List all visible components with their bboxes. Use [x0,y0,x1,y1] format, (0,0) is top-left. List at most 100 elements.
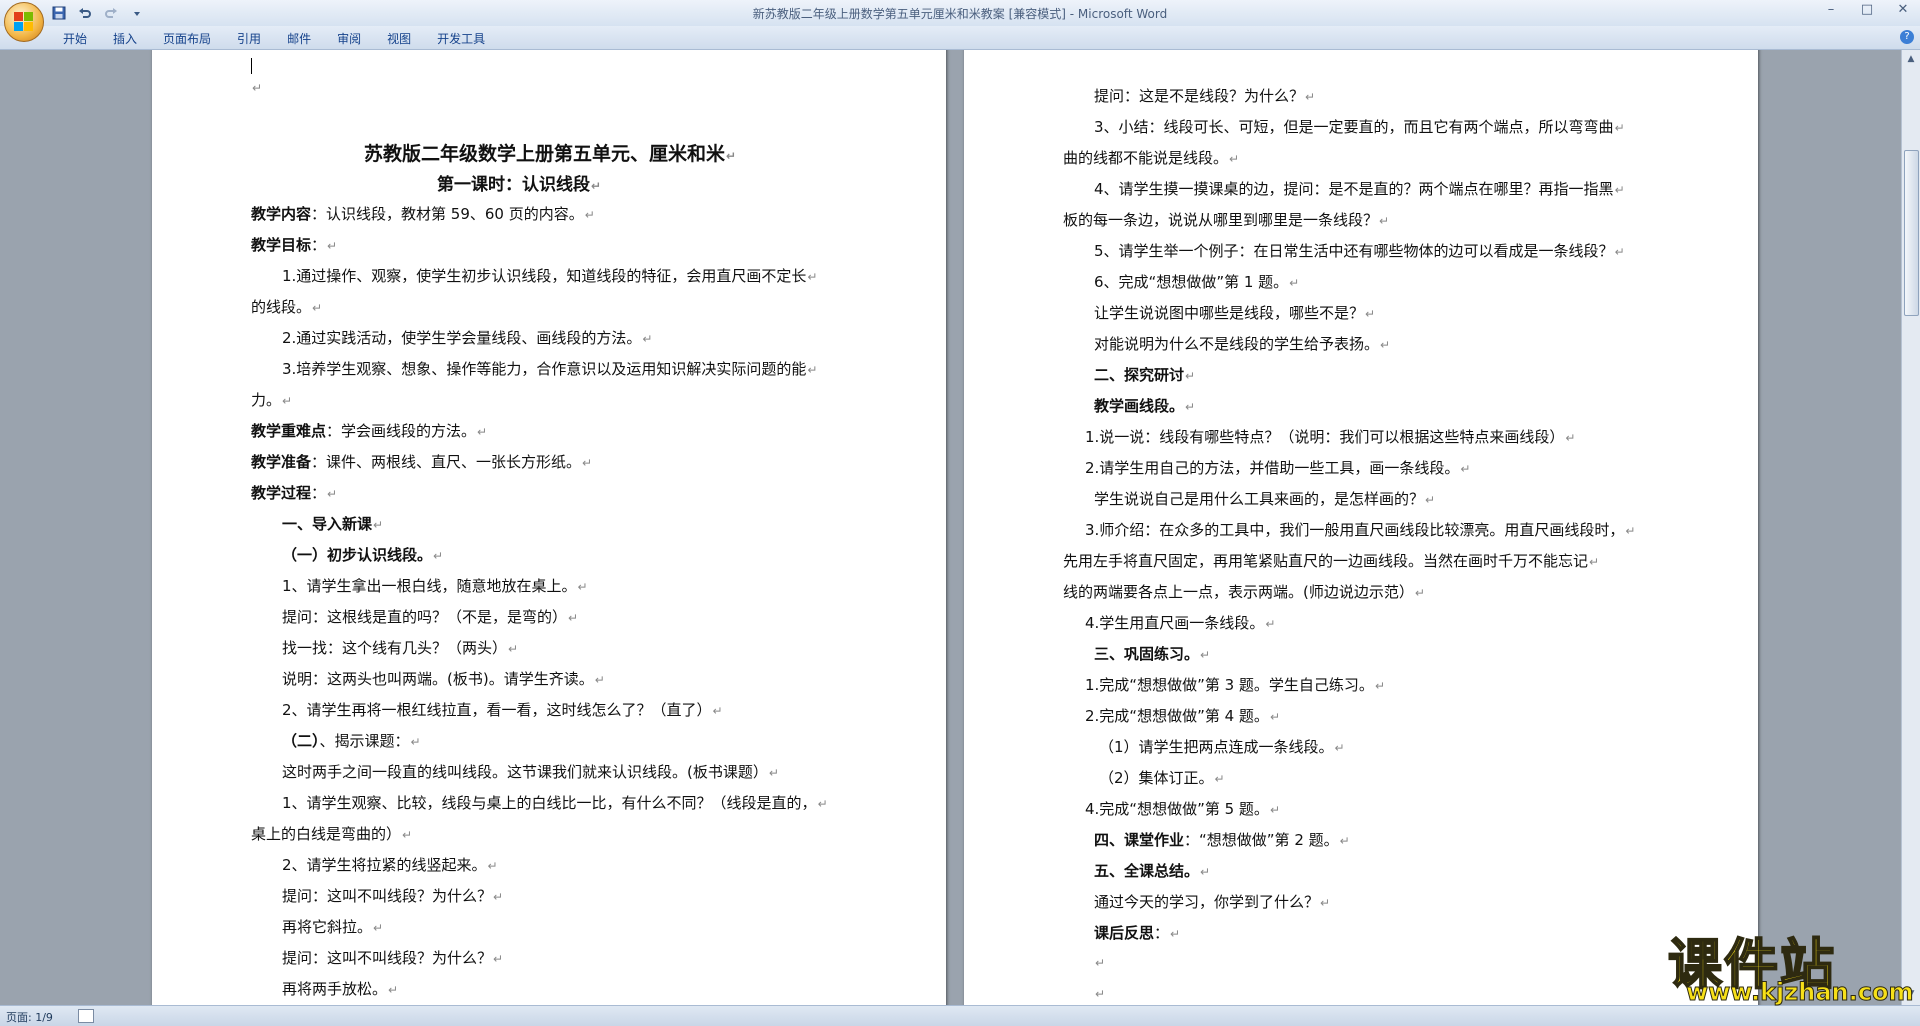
empty-paragraph[interactable]: ↵ [251,78,262,96]
paragraph-text: 1.通过操作、观察，使学生初步认识线段，知道线段的特征，会用直尺画不定长 [282,267,807,285]
document-paragraph[interactable]: 提问：这叫不叫线段？为什么？↵ [282,885,503,906]
watermark-logo: 课件站 www.kjzhan.com [1667,920,1914,1007]
document-paragraph[interactable]: 1.说一说：线段有哪些特点？（说明：我们可以根据这些特点来画线段）↵ [1085,426,1575,447]
document-paragraph[interactable]: （一）初步认识线段。↵ [282,544,443,565]
document-page-2[interactable]: 提问：这是不是线段？为什么？↵ 3、小结：线段可长、可短，但是一定要直的，而且它有… [964,50,1758,1005]
paragraph-text: 这时两手之间一段直的线叫线段。这节课我们就来认识线段。(板书课题） [282,763,768,781]
document-paragraph[interactable]: 4.完成“想想做做”第 5 题。↵ [1085,798,1280,819]
document-paragraph[interactable]: 2.请学生用自己的方法，并借助一些工具，画一条线段。↵ [1085,457,1470,478]
document-paragraph[interactable]: 3.培养学生观察、想象、操作等能力，合作意识以及运用知识解决实际问题的能↵ [282,358,817,379]
document-page-1[interactable]: ↵ 苏教版二年级数学上册第五单元、厘米和米↵ 第一课时：认识线段↵ 教学内容：认识线段… [152,50,946,1005]
scroll-up-icon[interactable]: ▲ [1904,52,1918,66]
tab-developer[interactable]: 开发工具 [424,30,498,47]
document-paragraph[interactable]: 教学目标：↵ [251,234,337,255]
document-paragraph[interactable]: 一、导入新课↵ [282,513,383,534]
tab-references[interactable]: 引用 [224,30,274,47]
document-paragraph[interactable]: 3、小结：线段可长、可短，但是一定要直的，而且它有两个端点，所以弯弯曲↵ [1094,116,1625,137]
paragraph-mark-icon: ↵ [1379,214,1390,228]
paragraph-bold-text: 四、课堂作业 [1094,831,1185,849]
tab-page-layout[interactable]: 页面布局 [150,30,224,47]
document-paragraph[interactable]: 板的每一条边，说说从哪里到哪里是一条线段？↵ [1063,209,1389,230]
document-paragraph[interactable]: 3.师介绍：在众多的工具中，我们一般用直尺画线段比较漂亮。用直尺画线段时，↵ [1085,519,1635,540]
document-paragraph[interactable]: 说明：这两头也叫两端。(板书)。请学生齐读。↵ [282,668,605,689]
document-paragraph[interactable]: 三、巩固练习。↵ [1094,643,1210,664]
paragraph-text: 说明：这两头也叫两端。(板书)。请学生齐读。 [282,670,594,688]
document-paragraph[interactable]: 教学重难点：学会画线段的方法。↵ [251,420,487,441]
document-paragraph[interactable]: 2、请学生再将一根红线拉直，看一看，这时线怎么了？（直了）↵ [282,699,723,720]
document-paragraph[interactable]: 曲的线都不能说是线段。↵ [1063,147,1239,168]
paragraph-text: 5、请学生举一个例子：在日常生活中还有哪些物体的边可以看成是一条线段？ [1094,242,1614,260]
document-paragraph[interactable]: 线的两端要各点上一点，表示两端。(师边说边示范）↵ [1063,581,1425,602]
paragraph-mark-icon: ↵ [1095,956,1106,970]
document-paragraph[interactable]: 第一课时：认识线段↵ [437,170,601,195]
document-paragraph[interactable]: （1）请学生把两点连成一条线段。↵ [1099,736,1345,757]
document-paragraph[interactable]: 2、请学生将拉紧的线竖起来。↵ [282,854,498,875]
tab-insert[interactable]: 插入 [100,30,150,47]
document-paragraph[interactable]: 教学画线段。↵ [1094,395,1195,416]
document-paragraph[interactable]: 6、完成“想想做做”第 1 题。↵ [1094,271,1299,292]
document-paragraph[interactable]: 5、请学生举一个例子：在日常生活中还有哪些物体的边可以看成是一条线段？↵ [1094,240,1625,261]
tab-view[interactable]: 视图 [374,30,424,47]
document-paragraph[interactable]: 苏教版二年级数学上册第五单元、厘米和米↵ [364,139,736,166]
document-paragraph[interactable]: 课后反思：↵ [1094,922,1180,943]
document-paragraph[interactable]: 再将它斜拉。↵ [282,916,383,937]
paragraph-text: 4、请学生摸一摸课桌的边，提问：是不是直的？两个端点在哪里？再指一指黑 [1094,180,1614,198]
paragraph-bold-text: 三、巩固练习。 [1094,645,1200,663]
scrollbar-thumb[interactable] [1904,150,1919,316]
proofing-icon[interactable] [78,1009,94,1023]
document-paragraph[interactable]: 对能说明为什么不是线段的学生给予表扬。↵ [1094,333,1390,354]
paragraph-mark-icon: ↵ [577,580,588,594]
paragraph-text: ： [311,236,327,254]
paragraph-text: 再将两手放松。 [282,980,388,998]
document-paragraph[interactable]: 提问：这根线是直的吗？（不是，是弯的）↵ [282,606,578,627]
paragraph-text: 提问：这是不是线段？为什么？ [1094,87,1305,105]
document-paragraph[interactable]: （二）、揭示课题：↵ [282,730,421,751]
document-paragraph[interactable]: 1、请学生拿出一根白线，随意地放在桌上。↵ [282,575,588,596]
paragraph-bold-text: 教学画线段。 [1094,397,1185,415]
document-paragraph[interactable]: 学生说说自己是用什么工具来画的，是怎样画的？↵ [1094,488,1435,509]
document-paragraph[interactable]: 1.完成“想想做做”第 3 题。学生自己练习。↵ [1085,674,1385,695]
document-paragraph[interactable]: 教学过程：↵ [251,482,337,503]
document-paragraph[interactable]: 1、请学生观察、比较，线段与桌上的白线比一比，有什么不同？（线段是直的，↵ [282,792,828,813]
document-paragraph[interactable]: 1.通过操作、观察，使学生初步认识线段，知道线段的特征，会用直尺画不定长↵ [282,265,817,286]
document-paragraph[interactable]: 四、课堂作业：“想想做做”第 2 题。↵ [1094,829,1350,850]
tab-review[interactable]: 审阅 [324,30,374,47]
document-paragraph[interactable]: 教学内容：认识线段，教材第 59、60 页的内容。↵ [251,203,595,224]
maximize-button[interactable]: □ [1856,2,1878,17]
document-paragraph[interactable]: 二、探究研讨↵ [1094,364,1195,385]
document-paragraph[interactable]: （2）集体订正。↵ [1099,767,1225,788]
document-paragraph[interactable]: 2.通过实践活动，使学生学会量线段、画线段的方法。↵ [282,327,652,348]
document-paragraph[interactable]: ↵ [1094,984,1105,1002]
paragraph-mark-icon: ↵ [1334,741,1345,755]
document-paragraph[interactable]: 4、请学生摸一摸课桌的边，提问：是不是直的？两个端点在哪里？再指一指黑↵ [1094,178,1625,199]
document-paragraph[interactable]: 桌上的白线是弯曲的）↵ [251,823,412,844]
document-paragraph[interactable]: 4.学生用直尺画一条线段。↵ [1085,612,1275,633]
document-paragraph[interactable]: 的线段。↵ [251,296,322,317]
document-paragraph[interactable]: 这时两手之间一段直的线叫线段。这节课我们就来认识线段。(板书课题）↵ [282,761,779,782]
document-paragraph[interactable]: ↵ [1094,953,1105,971]
page-count[interactable]: 页面: 1/9 [6,1009,53,1025]
paragraph-mark-icon: ↵ [433,549,444,563]
document-paragraph[interactable]: 通过今天的学习，你学到了什么？↵ [1094,891,1330,912]
office-button[interactable] [4,2,44,42]
tab-home[interactable]: 开始 [50,30,100,47]
document-paragraph[interactable]: 2.完成“想想做做”第 4 题。↵ [1085,705,1280,726]
vertical-scrollbar[interactable]: ▲ ▼ [1901,50,1920,1005]
document-paragraph[interactable]: 力。↵ [251,389,292,410]
help-icon[interactable]: ? [1900,30,1914,44]
paragraph-text: 力。 [251,391,282,409]
minimize-button[interactable]: – [1820,2,1842,17]
office-logo-icon [14,12,34,32]
close-button[interactable]: ✕ [1892,2,1914,17]
document-paragraph[interactable]: 先用左手将直尺固定，再用笔紧贴直尺的一边画线段。当然在画时千万不能忘记↵ [1063,550,1599,571]
document-paragraph[interactable]: 让学生说说图中哪些是线段，哪些不是？↵ [1094,302,1375,323]
document-paragraph[interactable]: 提问：这叫不叫线段？为什么？↵ [282,947,503,968]
document-paragraph[interactable]: 教学准备：课件、两根线、直尺、一张长方形纸。↵ [251,451,592,472]
paragraph-text: 桌上的白线是弯曲的） [251,825,402,843]
document-paragraph[interactable]: 再将两手放松。↵ [282,978,398,999]
document-paragraph[interactable]: 提问：这是不是线段？为什么？↵ [1094,85,1315,106]
tab-mailings[interactable]: 邮件 [274,30,324,47]
document-paragraph[interactable]: 五、全课总结。↵ [1094,860,1210,881]
document-paragraph[interactable]: 找一找：这个线有几头？（两头）↵ [282,637,518,658]
paragraph-text: 1、请学生观察、比较，线段与桌上的白线比一比，有什么不同？（线段是直的， [282,794,817,812]
